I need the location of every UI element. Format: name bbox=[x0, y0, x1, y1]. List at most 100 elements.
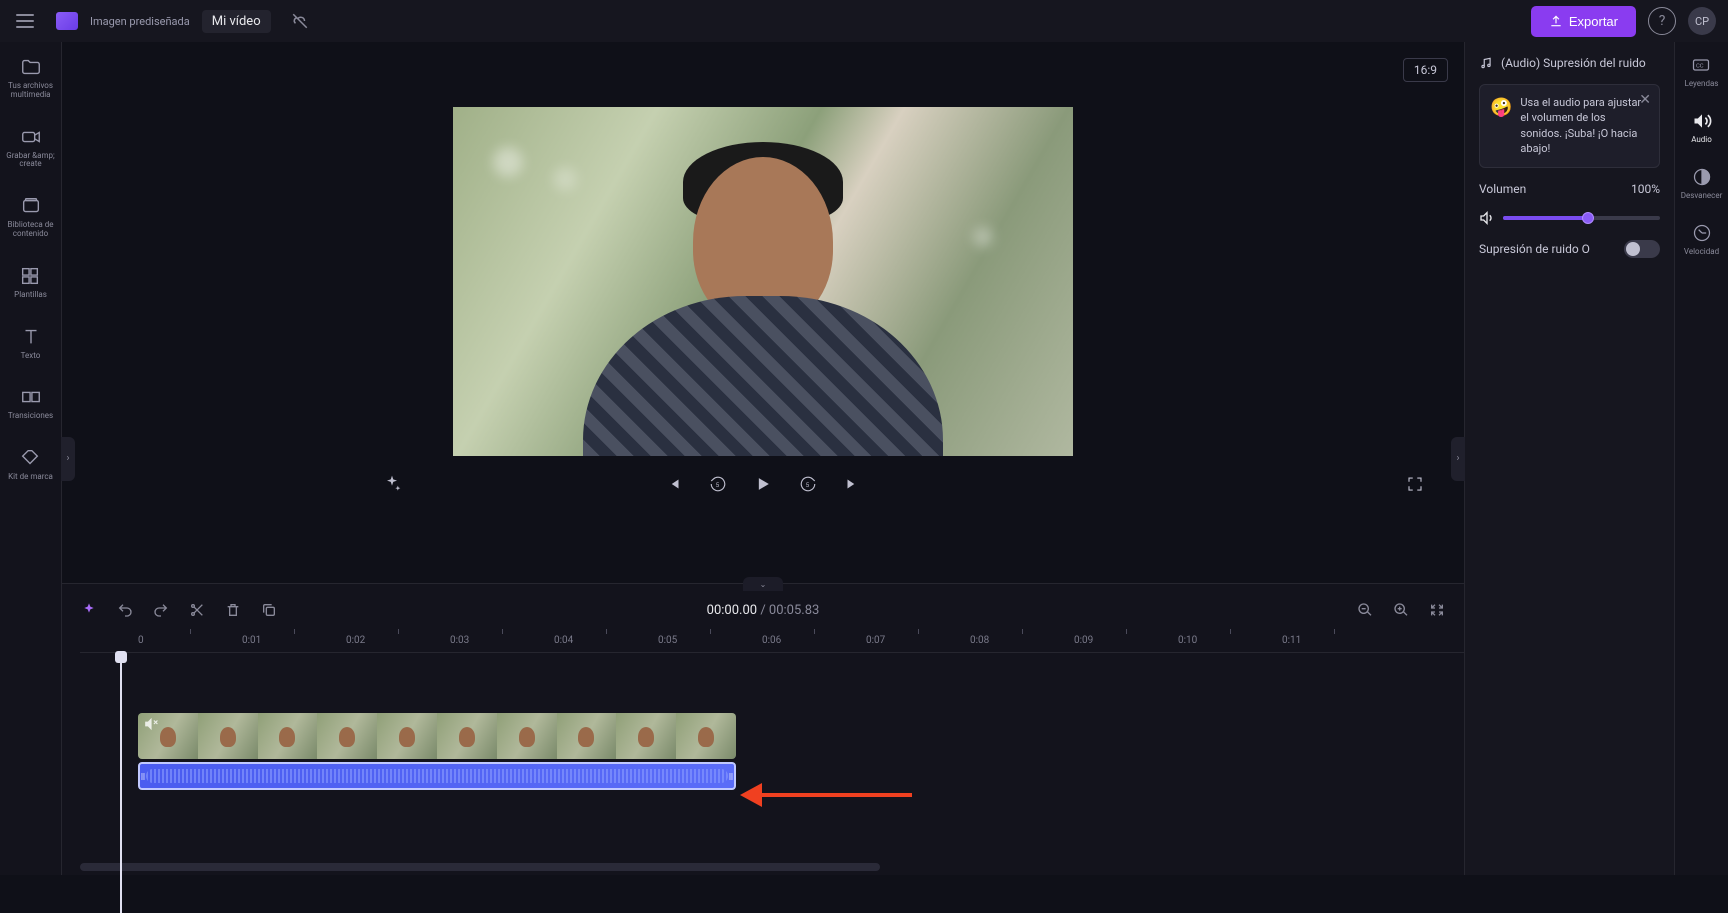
fullscreen-button[interactable] bbox=[1406, 475, 1424, 493]
tip-callout: 🤪 Usa el audio para ajustar el volumen d… bbox=[1479, 84, 1660, 168]
audio-waveform bbox=[146, 769, 728, 783]
video-canvas[interactable] bbox=[453, 107, 1073, 456]
sidebar-label: Plantillas bbox=[14, 291, 47, 300]
project-title[interactable]: Mi vídeo bbox=[202, 10, 271, 33]
right-panel: (Audio) Supresión del ruido 🤪 Usa el aud… bbox=[1464, 42, 1674, 875]
sidebar-label: Kit de marca bbox=[8, 473, 53, 482]
export-label: Exportar bbox=[1569, 14, 1618, 29]
templates-icon bbox=[19, 265, 41, 287]
audio-clip-trim-right[interactable]: || bbox=[728, 764, 734, 788]
text-icon bbox=[20, 326, 42, 348]
svg-text:5: 5 bbox=[806, 482, 810, 489]
timeline-scrollbar[interactable] bbox=[80, 863, 880, 871]
zoom-in-button[interactable] bbox=[1392, 601, 1410, 619]
sidebar-item-library[interactable]: Biblioteca de contenido bbox=[0, 191, 61, 243]
redo-button[interactable] bbox=[152, 601, 170, 619]
sidebar-item-brand[interactable]: Kit de marca bbox=[6, 443, 55, 486]
video-track-clip[interactable] bbox=[138, 713, 736, 759]
aspect-ratio-badge[interactable]: 16:9 bbox=[1403, 58, 1448, 82]
audio-icon bbox=[1691, 110, 1713, 132]
tab-fade[interactable]: Desvanecer bbox=[1681, 166, 1723, 200]
timeline-toolbar: 00:00.00 / 00:05.83 bbox=[62, 591, 1464, 629]
timeline-ruler[interactable]: 00:010:020:030:040:050:060:070:080:090:1… bbox=[80, 629, 1464, 653]
volume-slider[interactable] bbox=[1503, 216, 1660, 220]
cloud-off-icon bbox=[291, 12, 309, 30]
current-time: 00:00.00 bbox=[707, 603, 757, 618]
sidebar-item-record[interactable]: Grabar &amp; create bbox=[0, 122, 61, 174]
total-time: 00:05.83 bbox=[769, 603, 819, 618]
sidebar-label: Texto bbox=[21, 352, 41, 361]
app-logo-icon bbox=[56, 12, 78, 30]
sidebar-item-text[interactable]: Texto bbox=[18, 322, 44, 365]
panel-title: (Audio) Supresión del ruido bbox=[1501, 56, 1646, 70]
zoom-out-button[interactable] bbox=[1356, 601, 1374, 619]
forward-5-button[interactable]: 5 bbox=[799, 475, 817, 493]
fit-button[interactable] bbox=[1428, 601, 1446, 619]
skip-start-button[interactable] bbox=[665, 475, 683, 493]
tip-text: Usa el audio para ajustar el volumen de … bbox=[1520, 95, 1649, 157]
audio-track-clip[interactable]: || || bbox=[138, 762, 736, 790]
timeline-section: ⌄ 00:00.00 / 00:05.83 bbox=[62, 583, 1464, 875]
timeline-time: 00:00.00 / 00:05.83 bbox=[707, 603, 820, 618]
rewind-5-button[interactable]: 5 bbox=[709, 475, 727, 493]
sidebar-label: Biblioteca de contenido bbox=[2, 221, 59, 239]
volume-value: 100% bbox=[1631, 182, 1660, 196]
noise-suppression-row: Supresión de ruido O bbox=[1479, 240, 1660, 258]
folder-icon bbox=[20, 56, 42, 78]
volume-label: Volumen bbox=[1479, 182, 1526, 196]
tab-label: Velocidad bbox=[1684, 247, 1719, 256]
tab-audio[interactable]: Audio bbox=[1691, 110, 1713, 144]
volume-icon[interactable] bbox=[1479, 210, 1495, 226]
expand-right-handle[interactable]: › bbox=[1451, 437, 1465, 481]
skip-end-button[interactable] bbox=[843, 475, 861, 493]
volume-row: Volumen 100% bbox=[1479, 182, 1660, 196]
preview-area: 16:9 5 5 bbox=[62, 42, 1464, 583]
speed-icon bbox=[1691, 222, 1713, 244]
library-icon bbox=[20, 195, 42, 217]
sidebar-right: CC Leyendas Audio Desvanecer Velocidad bbox=[1674, 42, 1728, 875]
sidebar-label: Tus archivos multimedia bbox=[2, 82, 59, 100]
playhead[interactable] bbox=[120, 653, 122, 913]
playback-controls: 5 5 bbox=[62, 456, 1464, 518]
tip-emoji-icon: 🤪 bbox=[1490, 95, 1512, 157]
play-button[interactable] bbox=[753, 474, 773, 494]
sidebar-item-templates[interactable]: Plantillas bbox=[12, 261, 49, 304]
help-button[interactable]: ? bbox=[1648, 7, 1676, 35]
svg-text:5: 5 bbox=[716, 482, 720, 489]
sidebar-label: Grabar &amp; create bbox=[2, 152, 59, 170]
volume-slider-row bbox=[1479, 210, 1660, 226]
tab-captions[interactable]: CC Leyendas bbox=[1685, 54, 1719, 88]
svg-text:CC: CC bbox=[1696, 64, 1704, 70]
annotation-arrow bbox=[742, 783, 912, 807]
export-button[interactable]: Exportar bbox=[1531, 6, 1636, 37]
noise-label: Supresión de ruido O bbox=[1479, 242, 1590, 256]
captions-icon: CC bbox=[1690, 54, 1712, 76]
fade-icon bbox=[1691, 166, 1713, 188]
tip-close-button[interactable]: ✕ bbox=[1639, 91, 1651, 111]
timeline-tracks: || || bbox=[62, 653, 1464, 853]
title-prefix: Imagen prediseñada bbox=[90, 15, 190, 28]
tab-label: Desvanecer bbox=[1681, 191, 1723, 200]
undo-button[interactable] bbox=[116, 601, 134, 619]
ai-sparkle-button[interactable] bbox=[382, 474, 402, 494]
panel-header: (Audio) Supresión del ruido bbox=[1479, 56, 1660, 70]
sidebar-item-transitions[interactable]: Transiciones bbox=[6, 382, 55, 425]
tab-label: Leyendas bbox=[1685, 79, 1719, 88]
noise-toggle[interactable] bbox=[1624, 240, 1660, 258]
center-area: › 16:9 5 5 bbox=[62, 42, 1464, 875]
topbar: Imagen prediseñada Mi vídeo Exportar ? C… bbox=[0, 0, 1728, 42]
transitions-icon bbox=[20, 386, 42, 408]
add-button[interactable] bbox=[80, 601, 98, 619]
mute-icon bbox=[144, 717, 158, 731]
delete-button[interactable] bbox=[224, 601, 242, 619]
sidebar-left: Tus archivos multimedia Grabar &amp; cre… bbox=[0, 42, 62, 875]
tab-label: Audio bbox=[1691, 135, 1712, 144]
split-button[interactable] bbox=[188, 601, 206, 619]
user-avatar[interactable]: CP bbox=[1688, 7, 1716, 35]
sidebar-label: Transiciones bbox=[8, 412, 53, 421]
camera-icon bbox=[20, 126, 42, 148]
tab-speed[interactable]: Velocidad bbox=[1684, 222, 1719, 256]
duplicate-button[interactable] bbox=[260, 601, 278, 619]
sidebar-item-media[interactable]: Tus archivos multimedia bbox=[0, 52, 61, 104]
menu-button[interactable] bbox=[12, 10, 38, 32]
